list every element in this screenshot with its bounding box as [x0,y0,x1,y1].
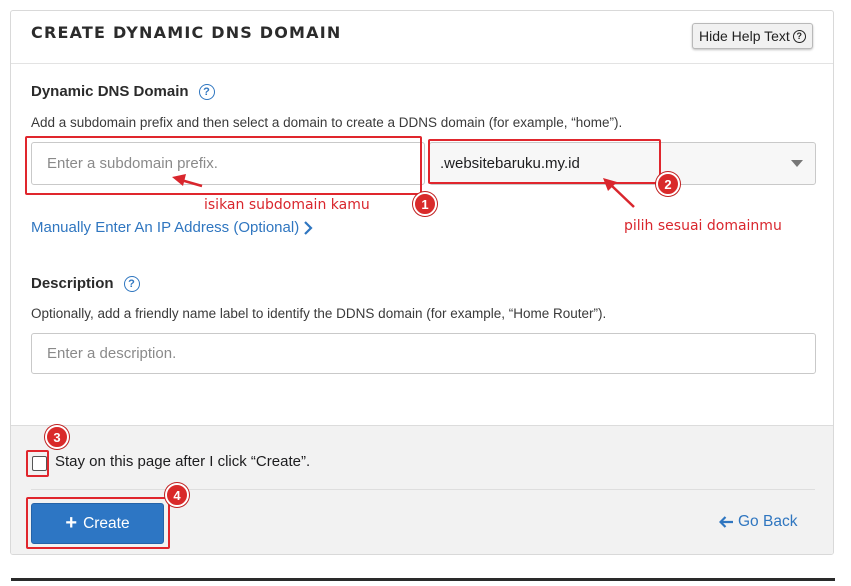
annotation-arrows [172,174,635,208]
annotation-badge-4: 4 [165,483,189,507]
annotation-badge-1: 1 [413,192,437,216]
annotation-arrow-domain [611,185,635,208]
annotation-badge-3: 3 [45,425,69,449]
annotation-note-domain: pilih sesuai domainmu [624,218,782,234]
annotation-arrowhead-subdomain [172,174,186,186]
annotation-badge-2: 2 [656,172,680,196]
annotation-note-subdomain: isikan subdomain kamu [204,197,370,213]
